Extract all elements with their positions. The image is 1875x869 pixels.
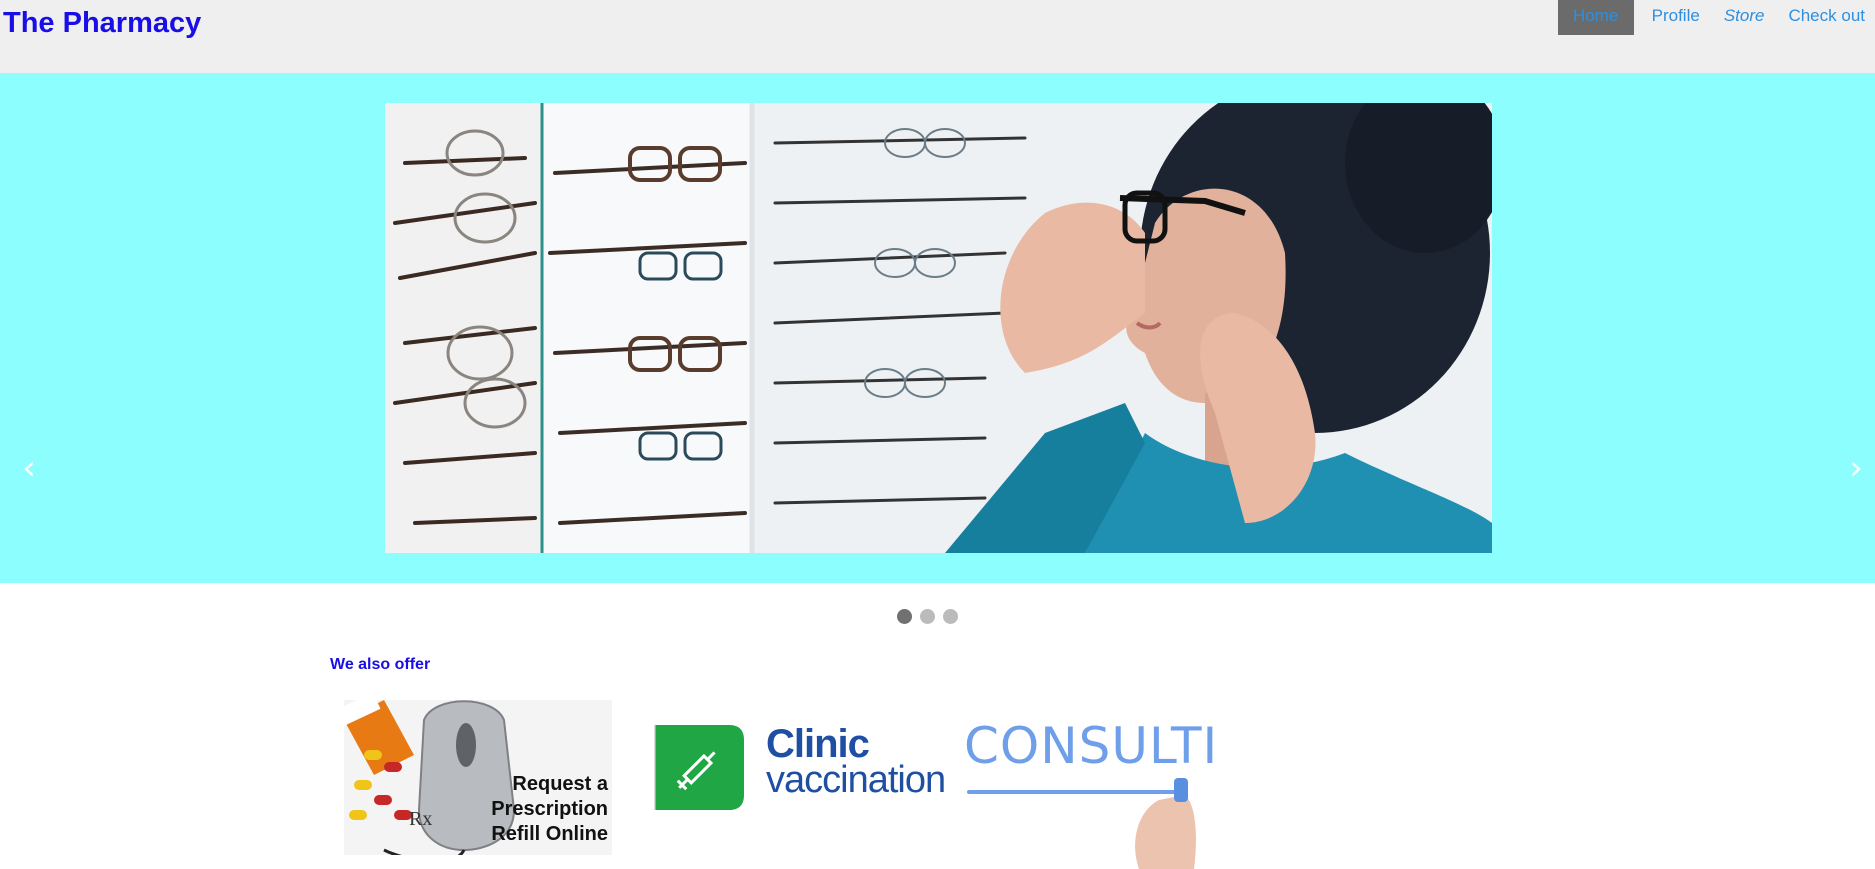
site-title: The Pharmacy: [3, 7, 202, 39]
carousel-dot-1[interactable]: [897, 609, 912, 624]
site-header: The Pharmacy Home Profile Store Check ou…: [0, 0, 1875, 73]
carousel-next-button[interactable]: ›: [1841, 451, 1871, 485]
carousel-dots: [897, 609, 958, 624]
clinic-title: Clinic: [766, 722, 870, 766]
offer-consulting[interactable]: CONSULTING: [954, 700, 1214, 869]
carousel-prev-button[interactable]: ‹: [14, 451, 44, 485]
offer-prescription-refill[interactable]: Rx Request a Prescription Refill Online: [344, 700, 612, 855]
rx-mark: Rx: [409, 808, 432, 830]
clinic-subtitle: vaccination: [766, 759, 946, 801]
prescription-refill-text: Request a Prescription Refill Online: [491, 773, 608, 845]
carousel-dot-2[interactable]: [920, 609, 935, 624]
eyeglasses-photo: [385, 103, 1492, 553]
hero-carousel: ‹ ›: [0, 73, 1875, 583]
offer-clinic-vaccination[interactable]: Clinic vaccination: [654, 700, 954, 820]
nav-checkout[interactable]: Check out: [1780, 0, 1873, 35]
consulting-title: CONSULTING: [964, 717, 1214, 775]
chevron-right-icon: ›: [1849, 448, 1863, 488]
nav-profile[interactable]: Profile: [1644, 0, 1708, 35]
chevron-left-icon: ‹: [22, 448, 36, 488]
carousel-dot-3[interactable]: [943, 609, 958, 624]
nav-home[interactable]: Home: [1557, 0, 1634, 35]
main-nav: Home Profile Store Check out: [1554, 0, 1875, 35]
offers-heading: We also offer: [330, 656, 431, 673]
nav-store[interactable]: Store: [1716, 0, 1773, 35]
carousel-slide-image: [385, 103, 1492, 553]
